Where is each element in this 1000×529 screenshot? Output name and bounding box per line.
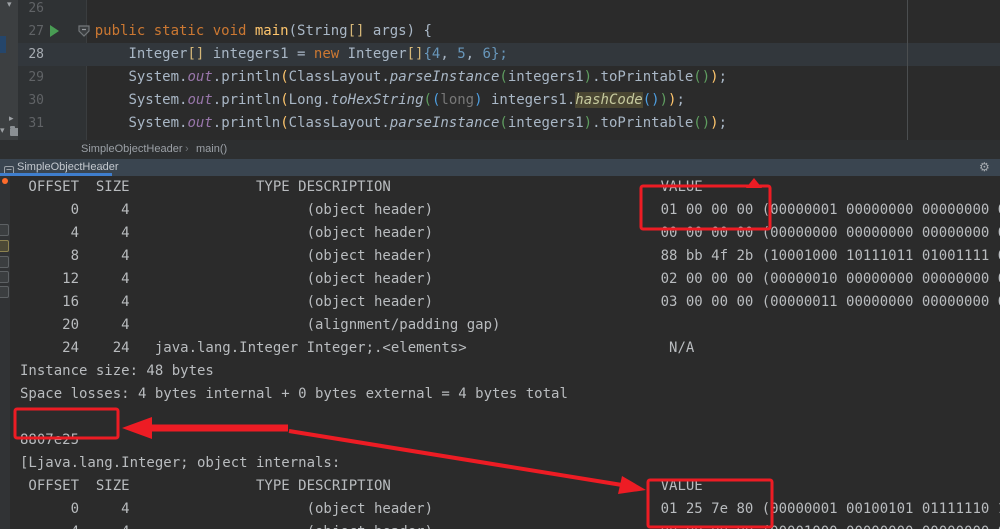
breadcrumb-method[interactable]: main() [196,140,227,159]
run-main-icon[interactable] [50,25,59,37]
code-line[interactable]: public static void main(String[] args) { [61,20,727,43]
console-toolbar-icon[interactable] [0,224,9,236]
tab-simpleobjectheader[interactable]: SimpleObjectHeader × [0,159,119,176]
code-line[interactable]: Integer[] integers1 = new Integer[]{4, 5… [61,43,727,66]
console-toolbar-icon[interactable] [0,240,9,252]
console-toolbar-icon[interactable] [0,271,9,283]
code-line[interactable]: System.out.println(ClassLayout.parseInst… [61,66,727,89]
console-toolbar-icon[interactable] [0,286,9,298]
left-tool-stripe: ▾ ▸ ▾ [0,0,22,140]
collapse-arrow-icon[interactable]: ▾ [7,1,12,10]
console-toolbar-icon[interactable] [0,256,9,268]
code-line[interactable]: System.out.println(ClassLayout.parseInst… [61,112,727,135]
collapse-arrow-icon[interactable]: ▾ [0,127,5,136]
console-output[interactable]: OFFSET SIZE TYPE DESCRIPTION VALUE 0 4 (… [20,176,1000,529]
breadcrumb-class[interactable]: SimpleObjectHeader [81,140,183,159]
code-text[interactable]: public static void main(String[] args) {… [61,0,727,135]
run-console[interactable]: OFFSET SIZE TYPE DESCRIPTION VALUE 0 4 (… [0,176,1000,529]
tree-selection-fragment [0,36,6,53]
breadcrumb-separator: › [185,143,189,155]
code-line[interactable] [61,0,727,20]
console-toolbar-stripe [0,176,10,529]
breadcrumb: SimpleObjectHeader › main() [0,140,1000,159]
gear-icon[interactable]: ⚙ [979,160,990,174]
console-tab-bar: SimpleObjectHeader × ⚙ [0,159,1000,176]
process-running-icon [2,178,8,184]
ide-window: ▾ ▸ ▾ 26 27 28 29 30 31 public static void ma… [0,0,1000,529]
right-margin-guide [907,0,908,140]
close-icon[interactable]: × [98,161,104,172]
code-line[interactable]: System.out.println(Long.toHexString((lon… [61,89,727,112]
code-editor[interactable]: 26 27 28 29 30 31 public static void main(Str… [18,0,1000,140]
line-numbers: 26 27 28 29 30 31 [28,1,44,131]
expand-arrow-icon[interactable]: ▸ [9,115,14,124]
